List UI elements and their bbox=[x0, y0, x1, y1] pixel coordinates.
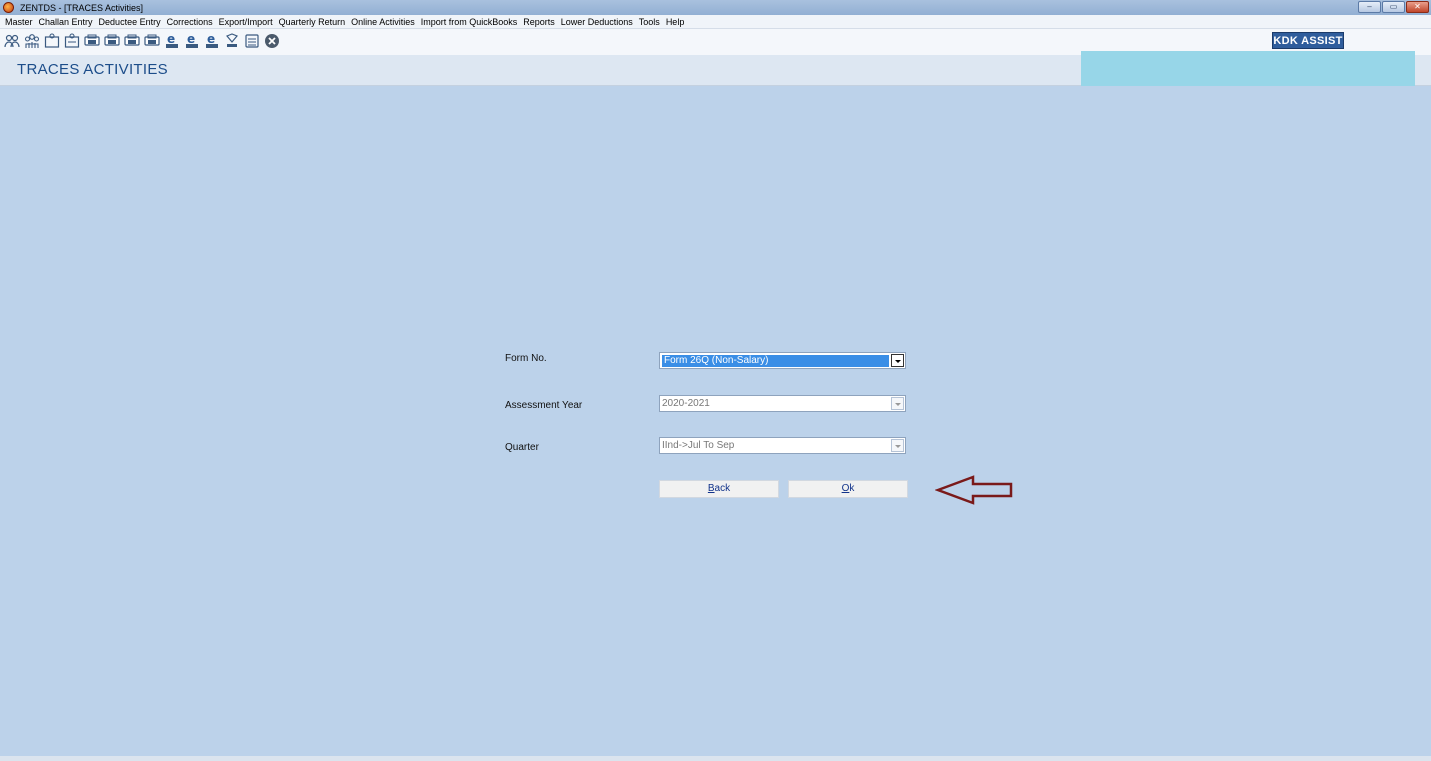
menu-online-activities[interactable]: Online Activities bbox=[348, 17, 418, 27]
close-icon[interactable] bbox=[264, 33, 280, 49]
page-title: TRACES ACTIVITIES bbox=[17, 61, 168, 78]
users-icon[interactable] bbox=[4, 33, 20, 49]
assessment-year-value: 2020-2021 bbox=[662, 398, 710, 409]
back-accel: B bbox=[707, 483, 715, 494]
menu-corrections[interactable]: Corrections bbox=[164, 17, 216, 27]
quarter-select[interactable]: IInd->Jul To Sep bbox=[659, 437, 906, 454]
menu-export-import[interactable]: Export/Import bbox=[216, 17, 276, 27]
minimize-button[interactable]: – bbox=[1358, 1, 1381, 13]
group-icon[interactable] bbox=[24, 33, 40, 49]
pointer-arrow-icon bbox=[935, 475, 1013, 505]
page-header: TRACES ACTIVITIES bbox=[0, 51, 1431, 86]
quarter-value: IInd->Jul To Sep bbox=[662, 440, 735, 451]
toolbar-icons: e e e bbox=[4, 33, 280, 49]
menu-bar: Master Challan Entry Deductee Entry Corr… bbox=[0, 15, 1431, 29]
e-24q-icon[interactable]: e bbox=[164, 33, 180, 49]
menu-lower-deductions[interactable]: Lower Deductions bbox=[558, 17, 636, 27]
menu-tools[interactable]: Tools bbox=[636, 17, 663, 27]
assessment-year-select[interactable]: 2020-2021 bbox=[659, 395, 906, 412]
print-24q-icon[interactable] bbox=[84, 33, 100, 49]
menu-reports[interactable]: Reports bbox=[520, 17, 558, 27]
print-27q-icon[interactable] bbox=[124, 33, 140, 49]
form-no-value: Form 26Q (Non-Salary) bbox=[662, 355, 889, 367]
form-alt-icon[interactable] bbox=[64, 33, 80, 49]
ok-rest: k bbox=[849, 483, 855, 494]
back-button[interactable]: Back bbox=[659, 480, 779, 498]
menu-master[interactable]: Master bbox=[0, 17, 36, 27]
form-icon[interactable] bbox=[44, 33, 60, 49]
print-27eq-icon[interactable] bbox=[144, 33, 160, 49]
menu-import-quickbooks[interactable]: Import from QuickBooks bbox=[418, 17, 521, 27]
header-panel bbox=[1081, 51, 1415, 86]
tds-icon[interactable] bbox=[224, 33, 240, 49]
document-icon[interactable] bbox=[244, 33, 260, 49]
e-26q-icon[interactable]: e bbox=[184, 33, 200, 49]
e-27q-icon[interactable]: e bbox=[204, 33, 220, 49]
chevron-down-icon[interactable] bbox=[891, 439, 904, 452]
title-bar: ZENTDS - [TRACES Activities] – ▭ ✕ bbox=[0, 0, 1431, 15]
quarter-label: Quarter bbox=[505, 442, 539, 453]
kdk-assist-button[interactable]: KDK ASSIST bbox=[1272, 32, 1344, 49]
form-no-select[interactable]: Form 26Q (Non-Salary) bbox=[659, 352, 906, 369]
menu-quarterly-return[interactable]: Quarterly Return bbox=[276, 17, 349, 27]
print-26q-icon[interactable] bbox=[104, 33, 120, 49]
window-controls: – ▭ ✕ bbox=[1358, 1, 1429, 13]
chevron-down-icon[interactable] bbox=[891, 397, 904, 410]
ok-button[interactable]: Ok bbox=[788, 480, 908, 498]
back-rest: ack bbox=[714, 483, 731, 494]
window-title: ZENTDS - [TRACES Activities] bbox=[20, 2, 144, 13]
assessment-year-label: Assessment Year bbox=[505, 400, 583, 411]
close-window-button[interactable]: ✕ bbox=[1406, 1, 1429, 13]
form-no-label: Form No. bbox=[505, 353, 547, 364]
status-bar bbox=[0, 756, 1431, 761]
restore-button[interactable]: ▭ bbox=[1382, 1, 1405, 13]
chevron-down-icon[interactable] bbox=[891, 354, 904, 367]
menu-deductee-entry[interactable]: Deductee Entry bbox=[96, 17, 164, 27]
app-icon bbox=[3, 2, 14, 13]
menu-help[interactable]: Help bbox=[663, 17, 688, 27]
menu-challan-entry[interactable]: Challan Entry bbox=[36, 17, 96, 27]
